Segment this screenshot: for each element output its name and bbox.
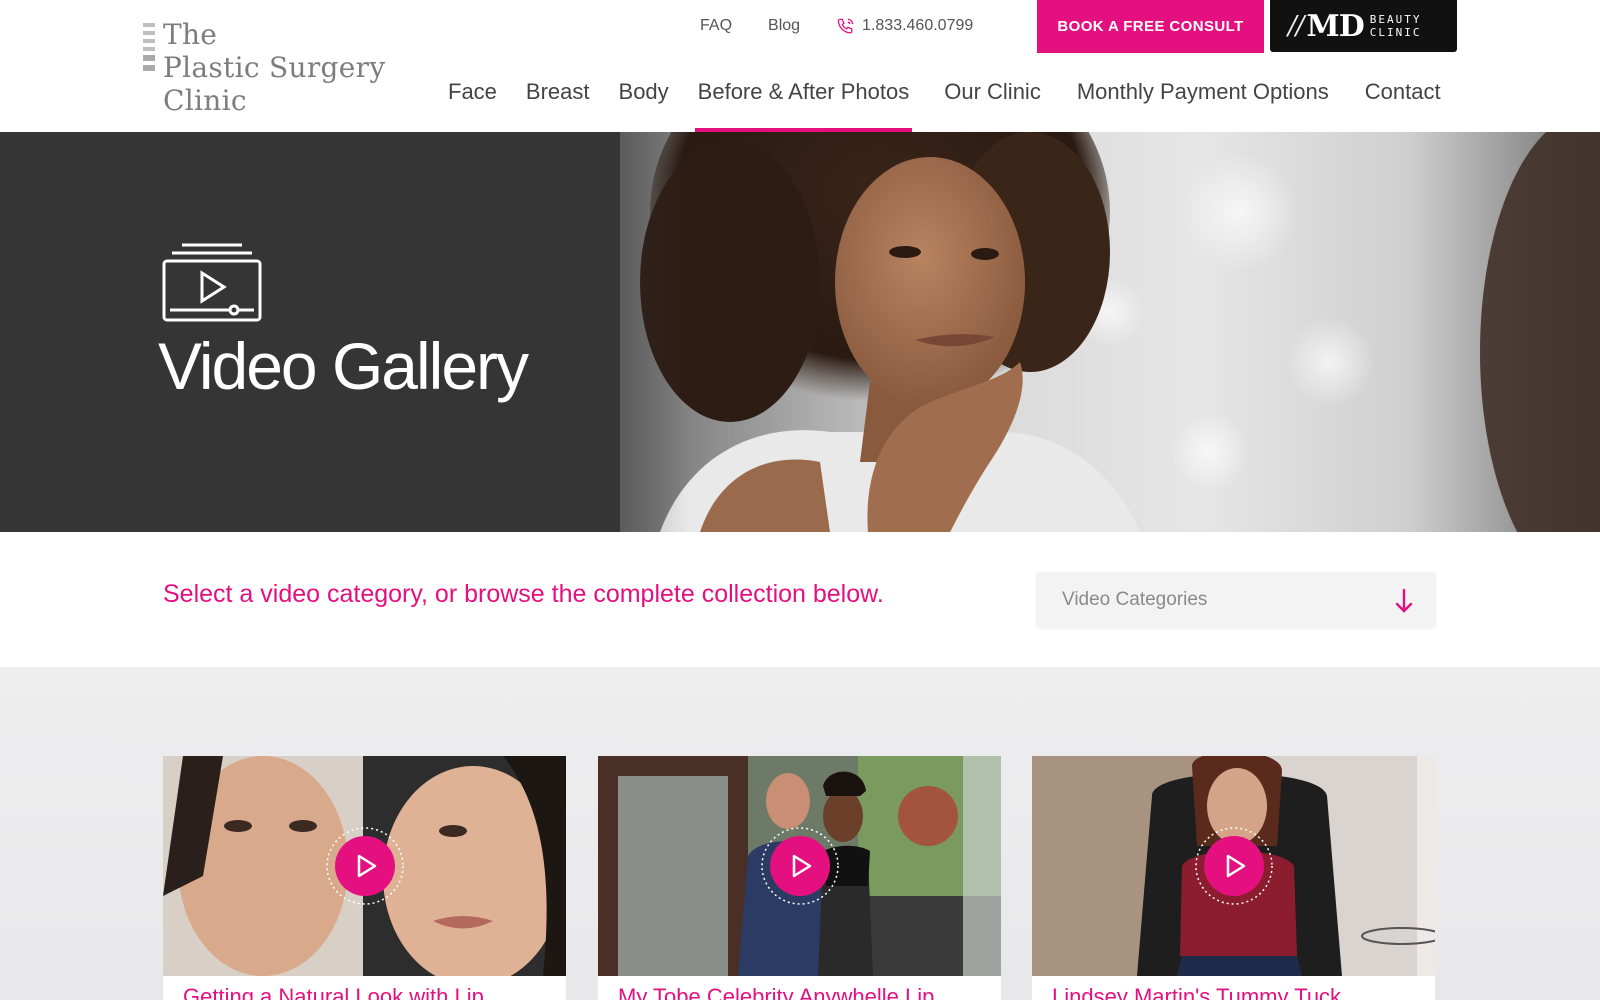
logo-bars-icon	[143, 23, 155, 117]
md-sub-line-2: CLINIC	[1369, 26, 1422, 39]
video-title[interactable]: Getting a Natural Look with Lip...	[183, 984, 543, 1000]
md-slash: //	[1288, 11, 1305, 41]
phone-icon	[837, 18, 854, 33]
nav-face[interactable]: Face	[448, 75, 497, 132]
logo-text: The Plastic Surgery Clinic	[163, 18, 385, 117]
category-prompt: Select a video category, or browse the c…	[163, 580, 884, 608]
nav-monthly-payment-options[interactable]: Monthly Payment Options	[1077, 75, 1329, 132]
category-bar: Select a video category, or browse the c…	[0, 532, 1600, 667]
video-card[interactable]: Getting a Natural Look with Lip...	[163, 756, 566, 1000]
page-title: Video Gallery	[158, 329, 529, 403]
book-consult-button[interactable]: BOOK A FREE CONSULT	[1037, 0, 1264, 53]
logo-line-1: The	[163, 18, 218, 51]
video-grid: Getting a Natural Look with Lip... My To	[0, 667, 1600, 1000]
site-logo[interactable]: The Plastic Surgery Clinic	[143, 18, 385, 117]
arrow-down-icon	[1395, 588, 1413, 613]
phone-link[interactable]: 1.833.460.0799	[836, 17, 973, 36]
top-links: FAQ Blog 1.833.460.0799	[700, 14, 973, 38]
play-button-icon[interactable]	[760, 826, 840, 906]
nav-body[interactable]: Body	[619, 75, 669, 132]
nav-contact[interactable]: Contact	[1365, 75, 1441, 132]
hero-banner: Video Gallery	[0, 132, 1600, 532]
video-card[interactable]: Lindsey Martin's Tummy Tuck...	[1032, 756, 1435, 1000]
logo-line-3: Clinic	[163, 84, 247, 117]
md-beauty-clinic-logo[interactable]: // MD BEAUTY CLINIC	[1270, 0, 1457, 52]
video-title[interactable]: My Tobe Celebrity Anywhelle Lip...	[618, 984, 978, 1000]
play-button-icon[interactable]	[325, 826, 405, 906]
md-sub: BEAUTY CLINIC	[1370, 13, 1422, 39]
md-main: MD	[1306, 8, 1365, 44]
md-sub-line-1: BEAUTY	[1369, 13, 1422, 26]
blog-link[interactable]: Blog	[768, 17, 800, 35]
logo-line-2: Plastic Surgery	[163, 51, 386, 84]
video-category-placeholder: Video Categories	[1062, 589, 1208, 610]
faq-link[interactable]: FAQ	[700, 17, 732, 35]
video-title[interactable]: Lindsey Martin's Tummy Tuck...	[1052, 984, 1412, 1000]
nav-breast[interactable]: Breast	[526, 75, 590, 132]
site-header: The Plastic Surgery Clinic FAQ Blog 1.83…	[0, 0, 1600, 132]
main-nav: Face Breast Body Before & After Photos O…	[448, 75, 1470, 132]
video-card[interactable]: My Tobe Celebrity Anywhelle Lip...	[598, 756, 1001, 1000]
nav-before-after-photos[interactable]: Before & After Photos	[694, 75, 912, 132]
video-category-select[interactable]: Video Categories	[1036, 572, 1436, 628]
video-gallery-icon	[162, 243, 262, 322]
play-button-icon[interactable]	[1194, 826, 1274, 906]
nav-our-clinic[interactable]: Our Clinic	[944, 75, 1041, 132]
phone-number: 1.833.460.0799	[862, 17, 974, 34]
